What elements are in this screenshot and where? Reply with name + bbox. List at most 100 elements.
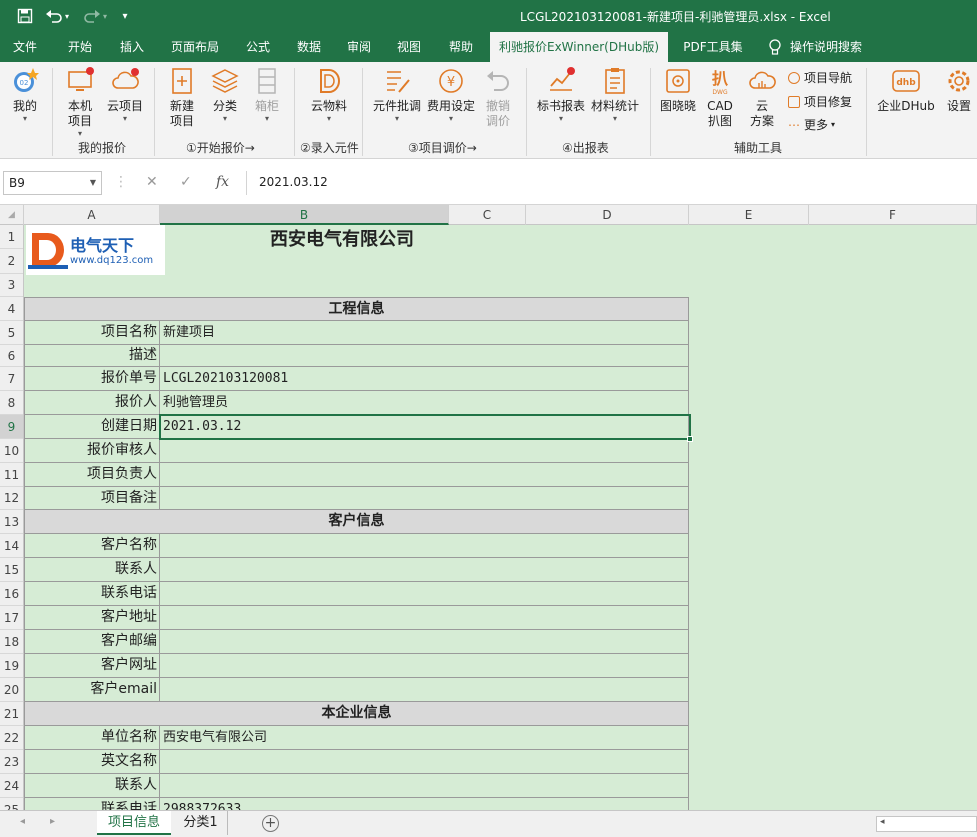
project-repair-button[interactable]: 项目修复 bbox=[788, 93, 852, 110]
row-header[interactable]: 17 bbox=[0, 606, 23, 630]
row-header[interactable]: 24 bbox=[0, 774, 23, 798]
chevron-down-icon[interactable]: ▼ bbox=[90, 172, 96, 194]
field-value[interactable] bbox=[160, 534, 689, 558]
field-label[interactable]: 客户email bbox=[24, 678, 160, 702]
tab-home[interactable]: 开始 bbox=[56, 32, 104, 62]
next-sheet-icon[interactable]: ▸ bbox=[50, 816, 55, 827]
field-label[interactable]: 客户网址 bbox=[24, 654, 160, 678]
row-header[interactable]: 9 bbox=[0, 415, 23, 439]
field-value[interactable] bbox=[160, 487, 689, 510]
row-header[interactable]: 10 bbox=[0, 439, 23, 463]
row-header[interactable]: 4 bbox=[0, 297, 23, 321]
cloud-plan-button[interactable]: 云 方案 bbox=[744, 66, 780, 129]
section-header-enterprise[interactable]: 本企业信息 bbox=[24, 702, 689, 726]
picture-button[interactable]: 图晓晓 bbox=[656, 66, 700, 114]
field-value[interactable] bbox=[160, 654, 689, 678]
field-label[interactable]: 联系人 bbox=[24, 774, 160, 798]
field-label[interactable]: 报价审核人 bbox=[24, 439, 160, 463]
undo-icon[interactable]: ▾ bbox=[42, 4, 72, 28]
horizontal-scrollbar[interactable]: ◂ bbox=[876, 816, 977, 832]
field-value[interactable]: 2021.03.12 bbox=[160, 415, 689, 439]
formula-input[interactable]: 2021.03.12 bbox=[246, 171, 974, 195]
row-header[interactable]: 11 bbox=[0, 463, 23, 487]
cabinet-button[interactable]: 箱柜 ▾ bbox=[248, 66, 286, 124]
row-header[interactable]: 20 bbox=[0, 678, 23, 702]
tab-review[interactable]: 审阅 bbox=[336, 32, 382, 62]
mine-button[interactable]: 02 我的 ▾ bbox=[6, 66, 44, 124]
field-value[interactable] bbox=[160, 678, 689, 702]
redo-icon[interactable]: ▾ bbox=[80, 4, 110, 28]
row-header[interactable]: 2 bbox=[0, 249, 23, 274]
section-header-customer[interactable]: 客户信息 bbox=[24, 510, 689, 534]
field-label[interactable]: 客户名称 bbox=[24, 534, 160, 558]
tab-help[interactable]: 帮助 bbox=[438, 32, 484, 62]
field-value[interactable]: 利驰管理员 bbox=[160, 391, 689, 415]
row-header[interactable]: 8 bbox=[0, 391, 23, 415]
cloud-project-button[interactable]: 云项目 ▾ bbox=[104, 66, 146, 124]
more-button[interactable]: ⋯ 更多 ▾ bbox=[788, 116, 835, 133]
row-header[interactable]: 15 bbox=[0, 558, 23, 582]
cloud-material-button[interactable]: 云物料 ▾ bbox=[306, 66, 352, 124]
tab-formulas[interactable]: 公式 bbox=[236, 32, 280, 62]
save-icon[interactable] bbox=[12, 4, 38, 28]
local-project-button[interactable]: 本机 项目 ▾ bbox=[60, 66, 100, 139]
tab-view[interactable]: 视图 bbox=[386, 32, 432, 62]
field-value[interactable]: LCGL202103120081 bbox=[160, 367, 689, 391]
row-header[interactable]: 19 bbox=[0, 654, 23, 678]
field-label[interactable]: 联系电话 bbox=[24, 582, 160, 606]
tab-page-layout[interactable]: 页面布局 bbox=[160, 32, 230, 62]
tab-exwinner[interactable]: 利驰报价ExWinner(DHub版) bbox=[490, 32, 668, 63]
field-label[interactable]: 项目备注 bbox=[24, 487, 160, 510]
cad-pick-button[interactable]: 扒 DWG CAD 扒图 bbox=[702, 66, 738, 129]
field-value[interactable]: 2988372633 bbox=[160, 798, 689, 810]
field-value[interactable] bbox=[160, 630, 689, 654]
field-label[interactable]: 客户邮编 bbox=[24, 630, 160, 654]
tab-data[interactable]: 数据 bbox=[286, 32, 332, 62]
column-header-c[interactable]: C bbox=[449, 205, 526, 225]
field-value[interactable]: 新建项目 bbox=[160, 321, 689, 345]
enterprise-dhub-button[interactable]: dhb 企业DHub bbox=[874, 66, 938, 114]
sheet-tab-category1[interactable]: 分类1 bbox=[174, 811, 228, 835]
field-label[interactable]: 描述 bbox=[24, 345, 160, 367]
field-value[interactable] bbox=[160, 774, 689, 798]
settings-button[interactable]: 设置 bbox=[942, 66, 976, 114]
field-label[interactable]: 报价人 bbox=[24, 391, 160, 415]
field-label[interactable]: 创建日期 bbox=[24, 415, 160, 439]
column-header-f[interactable]: F bbox=[809, 205, 977, 225]
field-value[interactable] bbox=[160, 439, 689, 463]
field-label[interactable]: 报价单号 bbox=[24, 367, 160, 391]
bid-report-button[interactable]: 标书报表 ▾ bbox=[534, 66, 588, 124]
row-header[interactable]: 25 bbox=[0, 798, 23, 810]
new-project-button[interactable]: 新建 项目 bbox=[162, 66, 202, 129]
cancel-icon[interactable]: ✕ bbox=[146, 174, 158, 190]
field-value[interactable] bbox=[160, 750, 689, 774]
sheet-tab-project-info[interactable]: 项目信息 bbox=[97, 811, 171, 835]
row-header[interactable]: 16 bbox=[0, 582, 23, 606]
field-label[interactable]: 联系人 bbox=[24, 558, 160, 582]
batch-adjust-button[interactable]: 元件批调 ▾ bbox=[370, 66, 424, 124]
row-header[interactable]: 6 bbox=[0, 345, 23, 367]
insert-function-icon[interactable]: fx bbox=[216, 174, 229, 190]
column-header-b[interactable]: B bbox=[160, 205, 449, 225]
undo-adjust-button[interactable]: 撤销 调价 bbox=[480, 66, 516, 129]
field-value[interactable] bbox=[160, 463, 689, 487]
section-header-engineering[interactable]: 工程信息 bbox=[24, 297, 689, 321]
category-button[interactable]: 分类 ▾ bbox=[206, 66, 244, 124]
tell-me-search[interactable]: 操作说明搜索 bbox=[790, 32, 880, 62]
tab-pdf-tools[interactable]: PDF工具集 bbox=[676, 32, 750, 62]
column-header-e[interactable]: E bbox=[689, 205, 809, 225]
add-sheet-icon[interactable]: + bbox=[262, 815, 279, 832]
worksheet-grid[interactable]: 电气天下 www.dq123.com 西安电气有限公司 工程信息 项目名称 新建… bbox=[24, 225, 977, 810]
field-value[interactable] bbox=[160, 345, 689, 367]
row-header[interactable]: 1 bbox=[0, 225, 23, 249]
row-header[interactable]: 18 bbox=[0, 630, 23, 654]
tab-insert[interactable]: 插入 bbox=[108, 32, 156, 62]
column-header-d[interactable]: D bbox=[526, 205, 689, 225]
field-value[interactable]: 西安电气有限公司 bbox=[160, 726, 689, 750]
row-header[interactable]: 14 bbox=[0, 534, 23, 558]
column-header-a[interactable]: A bbox=[24, 205, 160, 225]
material-stats-button[interactable]: 材料统计 ▾ bbox=[588, 66, 642, 124]
prev-sheet-icon[interactable]: ◂ bbox=[20, 816, 25, 827]
tab-file[interactable]: 文件 bbox=[0, 32, 50, 62]
field-value[interactable] bbox=[160, 558, 689, 582]
